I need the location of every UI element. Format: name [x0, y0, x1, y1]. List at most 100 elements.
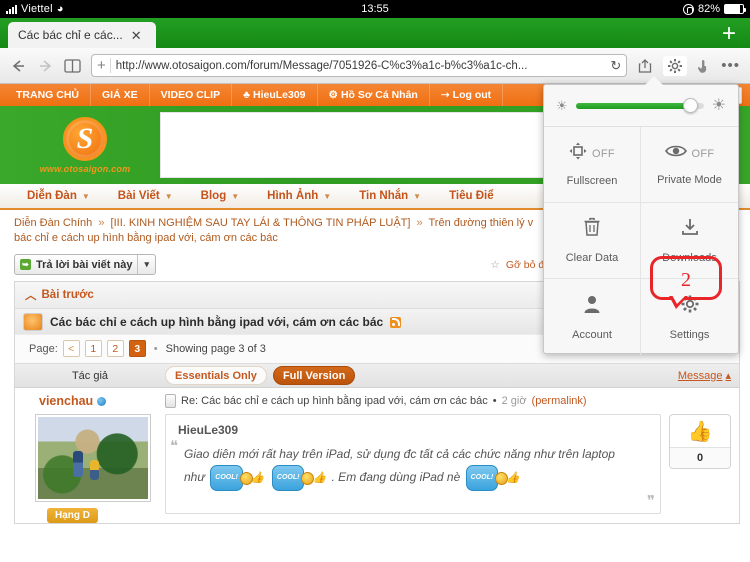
menu-item-tin-nhan[interactable]: Tin Nhắn ▼ — [346, 190, 434, 202]
like-box[interactable]: 👍 0 — [669, 414, 731, 469]
cool-emoticon-icon: COOL! 👍 — [210, 465, 265, 491]
avatar-photo — [38, 417, 148, 499]
chevron-down-icon: ▼ — [231, 191, 240, 201]
avatar[interactable] — [35, 414, 151, 502]
url-text: http://www.otosaigon.com/forum/Message/7… — [115, 59, 528, 72]
thumbs-up-icon[interactable]: 👍 — [670, 415, 730, 447]
fullscreen-state: OFF — [592, 147, 615, 160]
post-subject[interactable]: Re: Các bác chỉ e cách up hình bằng ipad… — [181, 395, 488, 407]
annotation-callout: 2 — [650, 256, 722, 309]
private-mode-state: OFF — [691, 147, 715, 160]
thread-title[interactable]: Các bác chỉ e cách up hình bằng ipad với… — [50, 315, 383, 329]
essentials-only-button[interactable]: Essentials Only — [165, 366, 267, 385]
menu-item-bai-viet[interactable]: Bài Viết ▼ — [105, 190, 186, 202]
popup-item-row: OFF — [569, 142, 615, 165]
menu-item-hinh-anh[interactable]: Hình Ảnh ▼ — [254, 190, 344, 202]
site-logo[interactable]: S www.otosaigon.com — [22, 110, 148, 180]
hand-pointer-icon[interactable] — [697, 58, 711, 74]
clock-label: 13:55 — [361, 3, 389, 15]
plus-icon[interactable]: + — [97, 58, 111, 73]
smiley-face-icon — [495, 471, 509, 485]
smiley-face-icon — [239, 471, 253, 485]
popup-item-account[interactable]: Account — [544, 279, 641, 355]
permalink-link[interactable]: (permalink) — [532, 395, 587, 407]
chevron-up-icon: ︿ — [25, 290, 37, 302]
popup-item-row: OFF — [664, 143, 715, 164]
browser-settings-popup: ☀ ☀ OFF Fullscreen OFF Private Mode Clea… — [543, 76, 739, 355]
nav-item-logout[interactable]: ➝ Log out — [430, 84, 504, 106]
book-icon[interactable] — [64, 58, 81, 73]
menu-label: Tiêu Điể — [449, 190, 494, 202]
smiley-face-icon — [301, 471, 315, 485]
gear-icon[interactable] — [663, 55, 688, 76]
full-version-button[interactable]: Full Version — [272, 366, 356, 385]
back-arrow-icon[interactable] — [10, 58, 27, 74]
brightness-slider[interactable] — [575, 98, 704, 113]
pagination-page-2[interactable]: 2 — [106, 340, 124, 357]
person-icon — [583, 294, 601, 319]
browser-tab-bar: Các bác chỉ e các... ✕ + — [0, 18, 750, 48]
post-table-header: Tác giả Essentials Only Full Version Mes… — [15, 363, 739, 388]
rss-icon[interactable] — [390, 316, 402, 328]
thumbs-up-icon: 👍 — [250, 472, 265, 484]
pagination-page-1[interactable]: 1 — [84, 340, 102, 357]
browser-tab[interactable]: Các bác chỉ e các... ✕ — [8, 22, 156, 48]
tab-title: Các bác chỉ e các... — [18, 28, 123, 42]
private-mode-label: Private Mode — [657, 174, 722, 186]
message-sort-label: Message — [677, 369, 723, 382]
previous-post-label: Bài trước — [41, 289, 94, 301]
menu-label: Bài Viết — [117, 190, 160, 202]
close-quote-icon: ❞ — [646, 494, 655, 510]
logo-mark: S — [63, 116, 107, 161]
nav-label: GIÁ XE — [102, 89, 138, 101]
post-body-row: HieuLe309 ❝ Giao diên mới rất hay trên i… — [165, 414, 731, 514]
menu-label: Hình Ảnh — [267, 190, 319, 202]
thumbs-up-icon: 👍 — [312, 472, 327, 484]
quote-block: HieuLe309 ❝ Giao diên mới rất hay trên i… — [165, 414, 661, 514]
account-label: Account — [572, 328, 612, 341]
settings-label: Settings — [669, 328, 710, 341]
popup-item-private-mode[interactable]: OFF Private Mode — [641, 127, 738, 203]
nav-item-trang-chu[interactable]: TRANG CHỦ — [0, 84, 91, 106]
thread-avatar-icon — [23, 313, 43, 331]
close-icon[interactable]: ✕ — [129, 29, 144, 42]
chevron-down-icon: ▼ — [413, 191, 422, 201]
status-right: 82% — [682, 3, 746, 15]
reload-icon[interactable]: ↻ — [610, 58, 621, 74]
menu-item-dien-dan[interactable]: Diễn Đàn ▼ — [14, 190, 103, 202]
popup-item-clear-data[interactable]: Clear Data — [544, 203, 641, 279]
chevron-down-icon[interactable]: ▾ — [137, 255, 155, 274]
share-icon[interactable] — [637, 58, 653, 74]
browser-toolbar: + http://www.otosaigon.com/forum/Message… — [0, 48, 750, 84]
reply-button[interactable]: ➥ Trả lời bài viết này ▾ — [14, 254, 157, 275]
breadcrumb-separator: » — [98, 217, 105, 229]
nav-item-gia-xe[interactable]: GIÁ XE — [91, 84, 150, 106]
pagination-page-3[interactable]: 3 — [128, 340, 146, 357]
quote-line-1: Giao diên mới rất hay trên iPad, sử dụng… — [184, 447, 615, 461]
emoticon-label: COOL! — [271, 465, 305, 491]
breadcrumb-section[interactable]: [III. KINH NGHIỆM SAU TAY LÁI & THÔNG TI… — [111, 217, 411, 229]
post-timestamp: 2 giờ — [501, 395, 527, 407]
quote-text: Giao diên mới rất hay trên iPad, sử dụng… — [178, 443, 648, 491]
nav-item-username[interactable]: ♣ HieuLe309 — [232, 84, 318, 106]
slider-knob[interactable] — [683, 98, 699, 113]
post-author-column: vienchau Hạng D — [15, 394, 165, 523]
url-bar[interactable]: + http://www.otosaigon.com/forum/Message… — [91, 54, 628, 77]
popup-item-fullscreen[interactable]: OFF Fullscreen — [544, 127, 641, 203]
message-sort-link[interactable]: Message ▴ — [677, 369, 731, 383]
reply-button-label: Trả lời bài viết này — [36, 258, 133, 271]
menu-item-tieu-diem[interactable]: Tiêu Điể — [436, 190, 507, 202]
pagination-prev[interactable]: < — [62, 340, 80, 357]
nav-label: TRANG CHỦ — [16, 89, 79, 101]
nav-item-video-clip[interactable]: VIDEO CLIP — [150, 84, 233, 106]
nav-label: HieuLe309 — [253, 89, 306, 101]
post-username[interactable]: vienchau — [23, 394, 157, 408]
annotation-step-number: 2 — [681, 268, 691, 291]
more-dots-icon[interactable]: ••• — [721, 58, 740, 73]
menu-item-blog[interactable]: Blog ▼ — [188, 190, 252, 202]
breadcrumb-root[interactable]: Diễn Đàn Chính — [14, 217, 92, 229]
new-tab-button[interactable]: + — [722, 22, 736, 46]
nav-item-profile[interactable]: ⚙ Hồ Sơ Cá Nhân — [318, 84, 430, 106]
breadcrumb-current[interactable]: Trên đường thiên lý v — [429, 217, 534, 229]
logo-url-label: www.otosaigon.com — [39, 163, 131, 174]
